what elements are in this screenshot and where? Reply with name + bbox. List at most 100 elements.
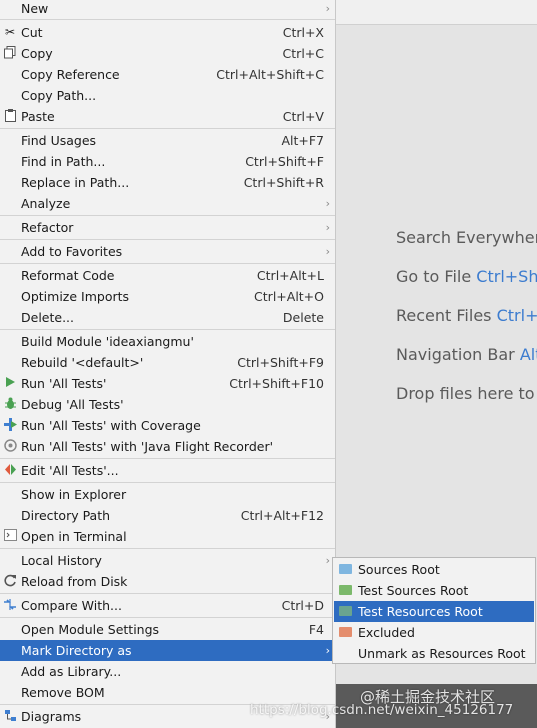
chevron-right-icon: › [325,197,330,210]
menu-item-label: Local History [21,553,102,568]
menu-item-label: Show in Explorer [21,487,127,502]
menu-item-rebuild[interactable]: Rebuild '<default>' Ctrl+Shift+F9 [0,352,335,373]
mark-directory-submenu: Sources Root Test Sources Root Test Reso… [332,557,536,664]
menu-item-label: Diagrams [21,709,82,724]
menu-item-show-in-explorer[interactable]: Show in Explorer [0,484,335,505]
menu-separator [0,458,335,459]
menu-item-refactor[interactable]: Refactor › [0,217,335,238]
menu-separator [0,263,335,264]
menu-item-add-as-library[interactable]: Add as Library... [0,661,335,682]
menu-item-label: Debug 'All Tests' [21,397,124,412]
menu-item-label: Run 'All Tests' with 'Java Flight Record… [21,439,274,454]
menu-item-run-all-tests[interactable]: Run 'All Tests' Ctrl+Shift+F10 [0,373,335,394]
menu-separator [0,548,335,549]
menu-item-new[interactable]: New › [0,0,335,19]
menu-item-label: Remove BOM [21,685,105,700]
menu-item-label: Copy Path... [21,88,97,103]
hint-navigation-bar: Navigation Bar Alt [396,345,537,364]
menu-item-shortcut: Ctrl+V [282,109,324,124]
menu-item-run-with-flight-recorder[interactable]: Run 'All Tests' with 'Java Flight Record… [0,436,335,457]
menu-item-label: Cut [21,25,43,40]
menu-item-find-usages[interactable]: Find Usages Alt+F7 [0,130,335,151]
menu-item-shortcut: Ctrl+Shift+F10 [229,376,324,391]
submenu-item-label: Excluded [358,625,415,640]
menu-item-label: Copy Reference [21,67,120,82]
menu-item-label: Copy [21,46,53,61]
menu-item-label: Optimize Imports [21,289,130,304]
run-icon [3,376,17,390]
menu-item-directory-path[interactable]: Directory Path Ctrl+Alt+F12 [0,505,335,526]
menu-item-label: Find Usages [21,133,97,148]
diagrams-icon [3,709,17,723]
menu-separator [0,593,335,594]
menu-item-label: New [21,1,49,16]
hint-search-everywhere: Search Everywhere [396,228,537,247]
menu-separator [0,482,335,483]
edit-config-icon [3,463,17,477]
menu-item-debug-all-tests[interactable]: Debug 'All Tests' [0,394,335,415]
menu-item-label: Analyze [21,196,71,211]
menu-item-add-to-favorites[interactable]: Add to Favorites › [0,241,335,262]
submenu-item-sources-root[interactable]: Sources Root [334,559,534,580]
menu-item-label: Open Module Settings [21,622,160,637]
debug-icon [3,397,17,411]
chevron-right-icon: › [325,644,330,657]
menu-item-analyze[interactable]: Analyze › [0,193,335,214]
submenu-item-test-sources-root[interactable]: Test Sources Root [334,580,534,601]
coverage-icon [3,418,17,432]
chevron-right-icon: › [325,221,330,234]
submenu-item-unmark[interactable]: Unmark as Resources Root [334,643,534,664]
menu-item-open-in-terminal[interactable]: Open in Terminal [0,526,335,547]
menu-item-find-in-path[interactable]: Find in Path... Ctrl+Shift+F [0,151,335,172]
menu-item-copy-reference[interactable]: Copy Reference Ctrl+Alt+Shift+C [0,64,335,85]
menu-item-open-module-settings[interactable]: Open Module Settings F4 [0,619,335,640]
menu-item-remove-bom[interactable]: Remove BOM [0,682,335,703]
menu-item-copy-path[interactable]: Copy Path... [0,85,335,106]
menu-item-label: Run 'All Tests' with Coverage [21,418,201,433]
menu-item-label: Build Module 'ideaxiangmu' [21,334,194,349]
menu-item-label: Add as Library... [21,664,122,679]
submenu-item-label: Sources Root [358,562,440,577]
chevron-right-icon: › [325,245,330,258]
menu-item-replace-in-path[interactable]: Replace in Path... Ctrl+Shift+R [0,172,335,193]
compare-icon [3,598,17,612]
scissors-icon: ✂ [4,25,16,39]
menu-item-cut[interactable]: ✂ Cut Ctrl+X [0,22,335,43]
editor-tab-bar [336,0,537,25]
menu-item-mark-directory-as[interactable]: Mark Directory as › [0,640,335,661]
menu-item-local-history[interactable]: Local History › [0,550,335,571]
hint-drop-files: Drop files here to o [396,384,537,403]
chevron-right-icon: › [325,2,330,15]
context-menu: New › ✂ Cut Ctrl+X Copy Ctrl+C Copy Refe… [0,0,336,728]
menu-item-label: Replace in Path... [21,175,130,190]
folder-icon [339,564,352,574]
submenu-item-test-resources-root[interactable]: Test Resources Root [334,601,534,622]
menu-item-reformat-code[interactable]: Reformat Code Ctrl+Alt+L [0,265,335,286]
menu-item-shortcut: Ctrl+Alt+Shift+C [216,67,324,82]
folder-icon [339,627,352,637]
menu-item-edit-all-tests[interactable]: Edit 'All Tests'... [0,460,335,481]
menu-item-paste[interactable]: Paste Ctrl+V [0,106,335,127]
submenu-item-label: Test Sources Root [358,583,469,598]
chevron-right-icon: › [325,554,330,567]
menu-item-delete[interactable]: Delete... Delete [0,307,335,328]
menu-item-shortcut: Ctrl+Shift+F9 [237,355,324,370]
menu-item-label: Rebuild '<default>' [21,355,144,370]
hint-recent-files: Recent Files Ctrl+E [396,306,537,325]
menu-item-run-with-coverage[interactable]: Run 'All Tests' with Coverage [0,415,335,436]
menu-separator [0,239,335,240]
menu-item-reload-from-disk[interactable]: Reload from Disk [0,571,335,592]
menu-item-label: Reload from Disk [21,574,128,589]
menu-item-shortcut: Ctrl+Alt+O [254,289,324,304]
menu-item-shortcut: F4 [308,622,324,637]
menu-item-copy[interactable]: Copy Ctrl+C [0,43,335,64]
menu-item-optimize-imports[interactable]: Optimize Imports Ctrl+Alt+O [0,286,335,307]
clipboard-icon [3,109,17,123]
menu-item-label: Add to Favorites [21,244,123,259]
menu-item-build-module[interactable]: Build Module 'ideaxiangmu' [0,331,335,352]
hint-go-to-file: Go to File Ctrl+Shi [396,267,537,286]
menu-separator [0,19,335,20]
menu-item-compare-with[interactable]: Compare With... Ctrl+D [0,595,335,616]
submenu-item-excluded[interactable]: Excluded [334,622,534,643]
terminal-icon [3,529,17,543]
